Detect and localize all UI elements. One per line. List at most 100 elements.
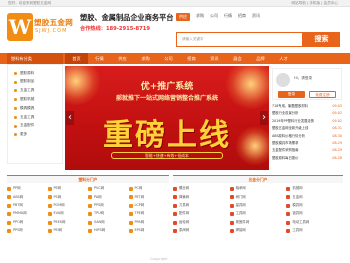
- portal-link[interactable]: 五金网: [286, 194, 343, 200]
- portal-link[interactable]: 量具网: [229, 203, 287, 209]
- news-item[interactable]: 2019年PP塑料行业发展走势 09-02: [272, 118, 342, 125]
- portal-label: PPA网: [134, 219, 145, 224]
- portal-link[interactable]: 焊接网: [229, 228, 287, 234]
- login-button[interactable]: 登录: [278, 91, 305, 98]
- portal-link[interactable]: 紧固件网: [229, 220, 287, 226]
- top-bar: 您好，欢迎来到塑胶五金网 网站导航 | 手机版 | 会员中心: [0, 0, 350, 7]
- portal-link[interactable]: 螺丝网: [173, 186, 230, 192]
- portal-link[interactable]: PEI网: [47, 228, 89, 234]
- portal-link[interactable]: 阀门网: [229, 194, 287, 200]
- category-item[interactable]: 塑胶原料: [14, 69, 62, 78]
- category-item[interactable]: 更多: [14, 131, 62, 140]
- portal-link[interactable]: PET网: [128, 194, 170, 200]
- banner-next-icon[interactable]: ›: [260, 111, 268, 125]
- category-item[interactable]: 五金工具: [14, 87, 62, 96]
- portal-link[interactable]: SAN网: [88, 220, 129, 226]
- portal-icon: [88, 187, 92, 191]
- search-tab-buy[interactable]: 求购: [196, 13, 204, 21]
- portal-link[interactable]: ABS网: [7, 194, 48, 200]
- portal-link[interactable]: TPE网: [128, 211, 170, 217]
- nav-item-news[interactable]: 资讯: [203, 53, 226, 64]
- portal-link[interactable]: PP网: [7, 186, 48, 192]
- portal-link[interactable]: PC网: [128, 186, 170, 192]
- portal-link[interactable]: 配件网: [173, 211, 230, 217]
- news-item[interactable]: ABS原料价格行情分析 08-30: [272, 133, 342, 140]
- portal-link[interactable]: 模具网: [286, 203, 343, 209]
- portal-link[interactable]: PVC网: [88, 186, 129, 192]
- top-links[interactable]: 网站导航 | 手机版 | 会员中心: [291, 1, 338, 6]
- portal-label: 机械网: [292, 186, 303, 191]
- news-item[interactable]: 塑胶模具市场需求 08-29: [272, 140, 342, 147]
- portal-link[interactable]: PE网: [47, 186, 89, 192]
- portal-link[interactable]: LCP网: [128, 203, 170, 209]
- banner-prev-icon[interactable]: ‹: [66, 111, 74, 125]
- portal-link[interactable]: 工具网: [229, 211, 287, 217]
- search-tabs: 供应 求购 公司 行情 招商 资讯: [176, 13, 341, 21]
- news-item[interactable]: 718专用，聚酯塑胶材料 09-03: [272, 103, 342, 110]
- portal-link[interactable]: PA网: [88, 194, 129, 200]
- portal-link[interactable]: EVA网: [47, 211, 89, 217]
- news-item[interactable]: 塑胶五金网全新升级上线 08-31: [272, 125, 342, 132]
- nav-item-company[interactable]: 公司: [157, 53, 180, 64]
- portal-link[interactable]: POM网: [47, 203, 89, 209]
- portal-link[interactable]: PBT网: [7, 203, 48, 209]
- register-button[interactable]: 免费注册: [309, 91, 336, 98]
- nav-item-home[interactable]: 首页: [65, 53, 88, 64]
- category-item[interactable]: 塑胶机械: [14, 95, 62, 104]
- logo-en-text: SJWJ.COM: [35, 28, 68, 34]
- category-item[interactable]: 五金工具: [14, 113, 62, 122]
- category-item[interactable]: 塑胶制品: [14, 78, 62, 87]
- search-button[interactable]: 搜索: [303, 32, 340, 47]
- portal-label: PE网: [53, 186, 62, 191]
- nav-item-buy[interactable]: 求购: [134, 53, 157, 64]
- portal-link[interactable]: PEEK网: [47, 219, 89, 226]
- plastic-portal-header: 塑料分门户: [7, 175, 169, 183]
- portal-link[interactable]: 齿轮网: [173, 220, 230, 226]
- search-tab-invest[interactable]: 招商: [238, 13, 246, 21]
- portal-link[interactable]: PPO网: [7, 220, 48, 226]
- portal-link[interactable]: 机械网: [286, 186, 343, 192]
- portal-link[interactable]: 泵阀网: [173, 228, 230, 234]
- category-list: 塑胶原料 塑胶制品 五金工具 塑胶机械 模具模具 五金工具 五金配件 更多: [7, 64, 63, 164]
- nav-item-expo[interactable]: 展会: [226, 53, 249, 64]
- portal-link[interactable]: 弹簧网: [173, 194, 230, 200]
- portal-link[interactable]: 轴承网: [229, 186, 287, 192]
- nav-item-jobs[interactable]: 人才: [272, 53, 295, 64]
- portal-icon: [286, 220, 291, 225]
- search-tab-market[interactable]: 行情: [224, 13, 232, 21]
- portal-link[interactable]: HIPS网: [88, 228, 129, 234]
- category-toggle[interactable]: 塑料有分类: [7, 53, 63, 64]
- nav-item-invest[interactable]: 招商: [180, 53, 203, 64]
- search-tab-supply[interactable]: 供应: [176, 13, 190, 21]
- portal-label: SAN网: [94, 219, 105, 224]
- category-item[interactable]: 五金配件: [14, 122, 62, 131]
- news-item[interactable]: 五金配件采购指南 08-29: [272, 147, 342, 154]
- portal-label: 弹簧网: [179, 194, 190, 199]
- portal-link[interactable]: PPA网: [128, 219, 170, 226]
- portal-label: PEEK网: [53, 219, 66, 224]
- portal-link[interactable]: PPS网: [7, 228, 48, 234]
- portal-link[interactable]: PS网: [47, 194, 89, 200]
- welcome-text: 您好，欢迎来到塑胶五金网: [8, 0, 52, 5]
- portal-icon: [128, 195, 133, 200]
- search-tab-news[interactable]: 资讯: [252, 13, 260, 21]
- portal-link[interactable]: PMMA网: [7, 211, 48, 217]
- portal-link[interactable]: TPU网: [88, 211, 129, 217]
- nav-item-brand[interactable]: 品牌: [249, 53, 272, 64]
- portal-link[interactable]: 刀具网: [173, 203, 230, 209]
- hero-banner[interactable]: 优+推广系统 郝就推下一站式网络营销整合推广系统 重磅上线 智能+快速+有效+低…: [65, 66, 269, 170]
- nav-item-market[interactable]: 行情: [88, 53, 111, 64]
- news-item[interactable]: 塑胶行业前景分析 09-02: [272, 110, 342, 117]
- portal-label: 焊接网: [235, 228, 246, 233]
- category-item[interactable]: 模具模具: [14, 104, 62, 113]
- site-logo[interactable]: W 塑胶五金网 SJWJ.COM: [7, 11, 75, 45]
- portal-link[interactable]: EPS网: [128, 228, 170, 234]
- news-item[interactable]: 塑胶原料每日报价 08-28: [272, 155, 342, 162]
- portal-link[interactable]: 电动工具网: [286, 220, 343, 226]
- nav-item-supply[interactable]: 供应: [111, 53, 134, 64]
- search-tab-company[interactable]: 公司: [210, 13, 218, 21]
- portal-link[interactable]: 锁具网: [286, 211, 343, 217]
- portal-link[interactable]: PPS网: [88, 203, 129, 209]
- search-input[interactable]: 请输入关键字: [176, 32, 303, 47]
- portal-link[interactable]: 工具网: [286, 228, 343, 234]
